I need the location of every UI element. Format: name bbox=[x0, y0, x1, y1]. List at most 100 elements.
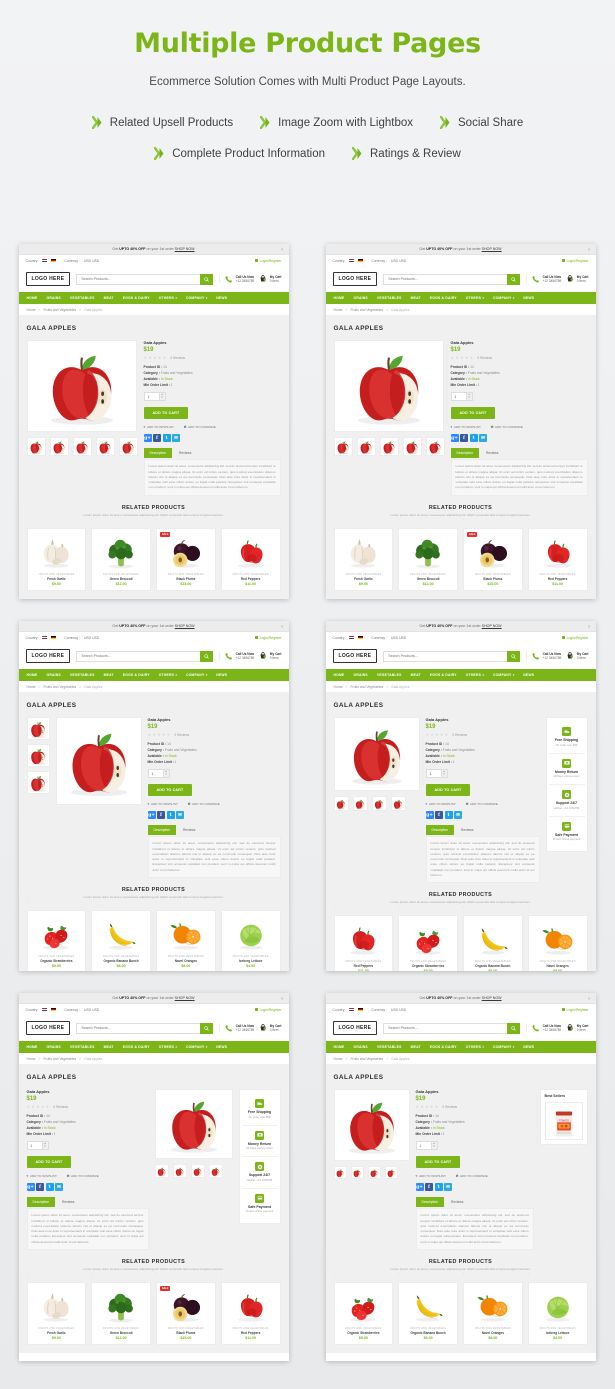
gallery-thumbnail[interactable] bbox=[402, 437, 422, 456]
cart-block[interactable]: My Cart 0 item bbox=[259, 275, 282, 284]
quantity-input[interactable]: 1 bbox=[26, 1141, 43, 1151]
gallery-thumbnail[interactable] bbox=[352, 796, 368, 811]
nav-item-news[interactable]: NEWS bbox=[523, 673, 534, 677]
nav-item-eggs-dairy[interactable]: EGGS & DAIRY bbox=[430, 1045, 457, 1049]
add-to-compare-button[interactable]: ⇄ ADD TO COMPARE bbox=[188, 802, 220, 806]
facebook-icon[interactable]: f bbox=[157, 811, 165, 820]
search-button[interactable] bbox=[200, 273, 214, 285]
flag-us-icon[interactable] bbox=[42, 635, 48, 640]
nav-item-meat[interactable]: MEAT bbox=[411, 1045, 421, 1049]
add-to-wishlist-button[interactable]: ♥ ADD TO WISHLIST bbox=[27, 1174, 57, 1178]
product-card[interactable]: FRUITS AND VEGETABLES Red Peppers $11.00 bbox=[527, 527, 588, 591]
nav-item-company[interactable]: COMPANY ▾ bbox=[493, 673, 514, 677]
gallery-thumbnail[interactable] bbox=[26, 771, 50, 794]
search-button[interactable] bbox=[200, 650, 214, 662]
email-icon[interactable]: ✉ bbox=[176, 811, 184, 820]
gallery-thumbnail[interactable] bbox=[118, 437, 138, 456]
add-to-compare-button[interactable]: ⇄ ADD TO COMPARE bbox=[67, 1174, 99, 1178]
breadcrumb-category[interactable]: Fruits and Vegetables bbox=[350, 1057, 383, 1061]
product-card[interactable]: SALE FRUITS AND VEGETABLES Black Plums $… bbox=[463, 527, 523, 591]
tab-description[interactable]: Description bbox=[450, 448, 479, 459]
tab-reviews[interactable]: Reviews bbox=[480, 448, 504, 458]
nav-item-home[interactable]: HOME bbox=[334, 673, 345, 677]
add-to-compare-button[interactable]: ⇄ ADD TO COMPARE bbox=[491, 425, 523, 429]
search-bar[interactable] bbox=[383, 273, 521, 285]
gallery-thumbnail[interactable] bbox=[333, 437, 353, 456]
add-to-compare-button[interactable]: ⇄ ADD TO COMPARE bbox=[466, 802, 498, 806]
breadcrumb-category[interactable]: Fruits and Vegetables bbox=[43, 685, 76, 689]
google-plus-icon[interactable]: g+ bbox=[450, 434, 459, 443]
email-icon[interactable]: ✉ bbox=[479, 434, 487, 443]
gallery-thumbnail[interactable] bbox=[72, 437, 92, 456]
call-us-block[interactable]: Call Us Now +12 3456789 bbox=[225, 1024, 254, 1033]
product-page-mockup[interactable]: Get UPTO 40% OFF on your 1st order SHOP … bbox=[18, 993, 289, 1361]
main-product-image[interactable] bbox=[333, 340, 444, 432]
flag-de-icon[interactable] bbox=[51, 1007, 57, 1012]
gallery-thumbnail[interactable] bbox=[333, 1166, 347, 1179]
add-to-wishlist-button[interactable]: ♥ ADD TO WISHLIST bbox=[144, 425, 174, 429]
logo[interactable]: LOGO HERE bbox=[25, 649, 71, 663]
breadcrumb-home[interactable]: Home bbox=[334, 308, 343, 312]
tab-reviews[interactable]: Reviews bbox=[177, 825, 201, 835]
add-to-wishlist-button[interactable]: ♥ ADD TO WISHLIST bbox=[451, 425, 481, 429]
nav-item-others[interactable]: OTHERS ▾ bbox=[466, 296, 484, 300]
breadcrumb-home[interactable]: Home bbox=[27, 685, 36, 689]
currency-value[interactable]: USD USD bbox=[391, 1008, 406, 1012]
quantity-input[interactable]: 1 bbox=[425, 769, 442, 779]
flag-de-icon[interactable] bbox=[358, 1007, 364, 1012]
close-icon[interactable]: × bbox=[281, 624, 283, 629]
nav-item-news[interactable]: NEWS bbox=[523, 296, 534, 300]
call-us-block[interactable]: Call Us Now +12 3456789 bbox=[225, 275, 254, 284]
quantity-arrows[interactable]: ▲ ▼ bbox=[163, 769, 170, 779]
breadcrumb-category[interactable]: Fruits and Vegetables bbox=[350, 308, 383, 312]
nav-item-grains[interactable]: GRAINS bbox=[353, 673, 367, 677]
product-card[interactable]: FRUITS AND VEGETABLES Fresh Garlic $9.00 bbox=[333, 527, 394, 591]
main-product-image[interactable] bbox=[333, 717, 420, 791]
nav-item-meat[interactable]: MEAT bbox=[411, 296, 421, 300]
add-to-cart-button[interactable]: ADD TO CART bbox=[425, 784, 471, 797]
product-card[interactable]: FRUITS AND VEGETABLES Red Peppers $11.00 bbox=[220, 527, 281, 591]
gallery-thumbnail[interactable] bbox=[356, 437, 376, 456]
login-register-link[interactable]: Login/Register bbox=[561, 636, 589, 640]
product-card[interactable]: FRUITS AND VEGETABLES Navel Oranges $8.0… bbox=[156, 909, 216, 971]
nav-item-meat[interactable]: MEAT bbox=[104, 296, 114, 300]
add-to-wishlist-button[interactable]: ♥ ADD TO WISHLIST bbox=[426, 802, 456, 806]
tab-reviews[interactable]: Reviews bbox=[56, 1197, 80, 1207]
search-bar[interactable] bbox=[383, 1022, 521, 1034]
product-card[interactable]: FRUITS AND VEGETABLES Organic Strawberri… bbox=[26, 909, 87, 971]
twitter-icon[interactable]: t bbox=[45, 1183, 54, 1192]
facebook-icon[interactable]: f bbox=[36, 1183, 44, 1192]
twitter-icon[interactable]: t bbox=[469, 434, 478, 443]
breadcrumb-category[interactable]: Fruits and Vegetables bbox=[350, 685, 383, 689]
logo[interactable]: LOGO HERE bbox=[332, 272, 378, 286]
gallery-thumbnail[interactable] bbox=[154, 1164, 169, 1178]
product-card[interactable]: FRUITS AND VEGETABLES Fresh Garlic $9.00 bbox=[26, 527, 87, 591]
currency-value[interactable]: USD USD bbox=[84, 259, 99, 263]
gallery-thumbnail[interactable] bbox=[26, 744, 50, 767]
tab-description[interactable]: Description bbox=[26, 1197, 55, 1208]
currency-value[interactable]: USD USD bbox=[84, 636, 99, 640]
nav-item-vegetables[interactable]: VEGETABLES bbox=[70, 1045, 95, 1049]
quantity-stepper[interactable]: 1 ▲ ▼ bbox=[143, 392, 281, 402]
nav-item-vegetables[interactable]: VEGETABLES bbox=[377, 673, 402, 677]
call-us-block[interactable]: Call Us Now +12 3456789 bbox=[532, 652, 561, 661]
quantity-arrows[interactable]: ▲ ▼ bbox=[431, 1141, 438, 1151]
product-card[interactable]: FRUITS AND VEGETABLES Iceberg Lettuce $4… bbox=[527, 1281, 588, 1345]
tab-reviews[interactable]: Reviews bbox=[173, 448, 197, 458]
currency-value[interactable]: USD USD bbox=[391, 259, 406, 263]
quantity-arrows[interactable]: ▲ ▼ bbox=[441, 769, 448, 779]
product-card[interactable]: FRUITS AND VEGETABLES Organic Strawberri… bbox=[398, 915, 458, 971]
rating-stars[interactable]: ★ ★ ★ ★ ★ 0 Reviews bbox=[27, 1105, 149, 1110]
quantity-arrows[interactable]: ▲ ▼ bbox=[42, 1141, 49, 1151]
nav-item-grains[interactable]: GRAINS bbox=[46, 296, 60, 300]
rating-stars[interactable]: ★ ★ ★ ★ ★ 0 Reviews bbox=[416, 1105, 534, 1110]
nav-item-news[interactable]: NEWS bbox=[216, 673, 227, 677]
gallery-thumbnail[interactable] bbox=[384, 1166, 398, 1179]
add-to-wishlist-button[interactable]: ♥ ADD TO WISHLIST bbox=[416, 1174, 446, 1178]
quantity-stepper[interactable]: 1 ▲ ▼ bbox=[26, 1141, 149, 1151]
rating-stars[interactable]: ★ ★ ★ ★ ★ 0 Reviews bbox=[148, 733, 281, 738]
add-to-cart-button[interactable]: ADD TO CART bbox=[143, 407, 189, 420]
flag-us-icon[interactable] bbox=[349, 635, 355, 640]
nav-item-meat[interactable]: MEAT bbox=[104, 1045, 114, 1049]
email-icon[interactable]: ✉ bbox=[444, 1183, 452, 1192]
